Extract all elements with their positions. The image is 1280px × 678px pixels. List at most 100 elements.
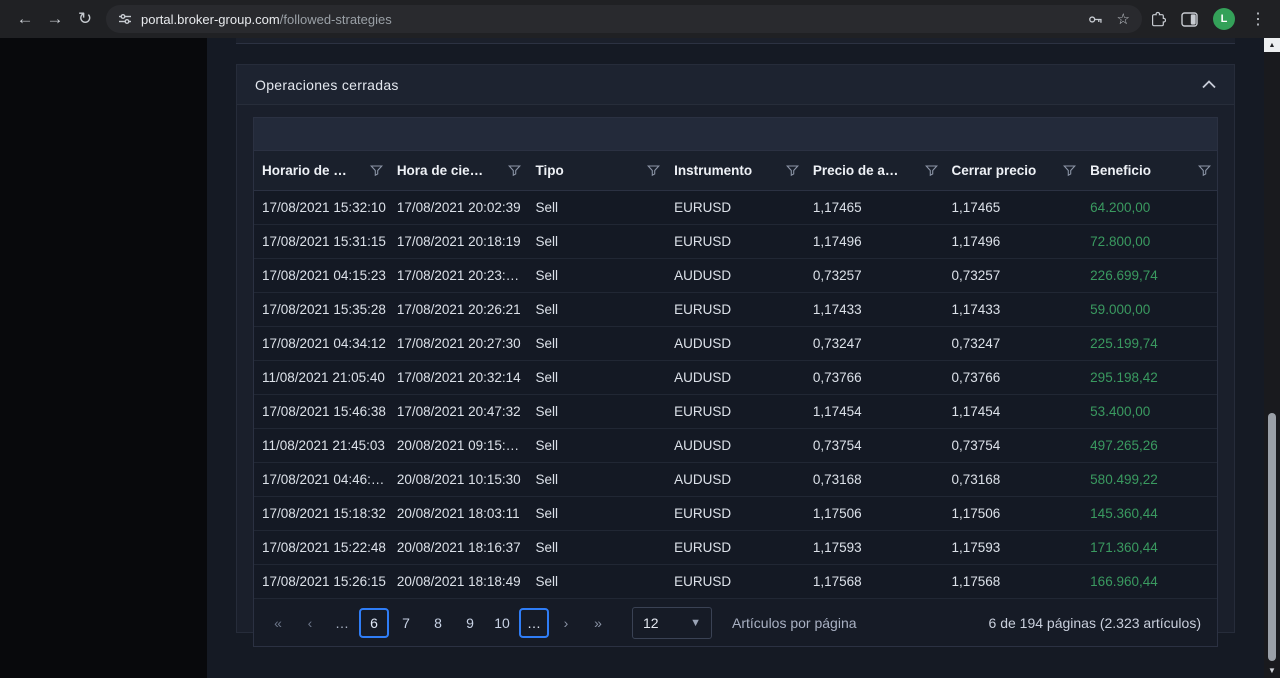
filter-icon[interactable] xyxy=(370,164,383,177)
filter-icon[interactable] xyxy=(786,164,799,177)
table-row[interactable]: 17/08/2021 15:46:3817/08/2021 20:47:32Se… xyxy=(254,395,1217,429)
pager-last[interactable]: » xyxy=(583,608,613,638)
pager-page-6[interactable]: 6 xyxy=(359,608,389,638)
table-row[interactable]: 17/08/2021 15:31:1517/08/2021 20:18:19Se… xyxy=(254,225,1217,259)
table-row[interactable]: 17/08/2021 15:26:1520/08/2021 18:18:49Se… xyxy=(254,565,1217,599)
kebab-menu-icon[interactable]: ⋮ xyxy=(1250,9,1266,29)
table-cell: 17/08/2021 15:22:48 xyxy=(254,531,389,565)
table-cell: Sell xyxy=(527,463,666,497)
table-cell: AUDUSD xyxy=(666,259,805,293)
table-cell: EURUSD xyxy=(666,225,805,259)
table-cell: 17/08/2021 20:23:… xyxy=(389,259,528,293)
passwords-key-icon[interactable] xyxy=(1088,12,1103,27)
column-header-label: Horario de … xyxy=(262,163,347,178)
table-row[interactable]: 17/08/2021 15:32:1017/08/2021 20:02:39Se… xyxy=(254,191,1217,225)
page-size-select[interactable]: 12 ▼ xyxy=(632,607,712,639)
table-cell: 0,73754 xyxy=(944,429,1083,463)
pager-next[interactable]: › xyxy=(551,608,581,638)
table-row[interactable]: 17/08/2021 15:18:3220/08/2021 18:03:11Se… xyxy=(254,497,1217,531)
site-info-icon[interactable] xyxy=(118,12,132,26)
pager-page-9[interactable]: 9 xyxy=(455,608,485,638)
table-cell: 0,73168 xyxy=(944,463,1083,497)
column-header: Cerrar precio xyxy=(944,151,1083,191)
filter-icon[interactable] xyxy=(1198,164,1211,177)
table-cell: 17/08/2021 20:32:14 xyxy=(389,361,528,395)
table-row[interactable]: 11/08/2021 21:45:0320/08/2021 09:15:…Sel… xyxy=(254,429,1217,463)
table-cell: Sell xyxy=(527,395,666,429)
table-row[interactable]: 17/08/2021 04:34:1217/08/2021 20:27:30Se… xyxy=(254,327,1217,361)
scrollbar[interactable]: ▲ ▼ xyxy=(1264,38,1280,678)
table-cell: 17/08/2021 20:27:30 xyxy=(389,327,528,361)
chrome-right-controls: L ⋮ xyxy=(1150,8,1270,30)
table-cell: 53.400,00 xyxy=(1082,395,1217,429)
forward-button[interactable]: → xyxy=(40,4,70,34)
table-cell: 1,17454 xyxy=(944,395,1083,429)
chevron-up-icon[interactable] xyxy=(1202,80,1216,89)
column-header-label: Instrumento xyxy=(674,163,752,178)
column-header: Beneficio xyxy=(1082,151,1217,191)
column-header: Tipo xyxy=(527,151,666,191)
table-cell: EURUSD xyxy=(666,191,805,225)
table-cell: 20/08/2021 18:18:49 xyxy=(389,565,528,599)
table-row[interactable]: 17/08/2021 04:15:2317/08/2021 20:23:…Sel… xyxy=(254,259,1217,293)
table-cell: Sell xyxy=(527,293,666,327)
side-panel-icon[interactable] xyxy=(1181,12,1198,27)
table-cell: 1,17506 xyxy=(805,497,944,531)
table-row[interactable]: 17/08/2021 15:35:2817/08/2021 20:26:21Se… xyxy=(254,293,1217,327)
pager-page-10[interactable]: 10 xyxy=(487,608,517,638)
scroll-up-button[interactable]: ▲ xyxy=(1264,38,1280,52)
reload-button[interactable]: ↻ xyxy=(70,4,100,34)
pager-ellipsis[interactable]: … xyxy=(327,608,357,638)
scroll-down-icon[interactable]: ▼ xyxy=(1264,664,1280,677)
page-size-label: Artículos por página xyxy=(732,615,857,631)
table-cell: 64.200,00 xyxy=(1082,191,1217,225)
table-cell: 17/08/2021 15:46:38 xyxy=(254,395,389,429)
table-cell: Sell xyxy=(527,191,666,225)
table-cell: 17/08/2021 20:18:19 xyxy=(389,225,528,259)
address-bar[interactable]: portal.broker-group.com/followed-strateg… xyxy=(106,5,1142,33)
table-cell: 17/08/2021 15:18:32 xyxy=(254,497,389,531)
table-row[interactable]: 17/08/2021 15:22:4820/08/2021 18:16:37Se… xyxy=(254,531,1217,565)
pager-page-7[interactable]: 7 xyxy=(391,608,421,638)
table-cell: 0,73168 xyxy=(805,463,944,497)
scrollbar-thumb[interactable] xyxy=(1268,413,1276,661)
filter-icon[interactable] xyxy=(508,164,521,177)
filter-icon[interactable] xyxy=(1063,164,1076,177)
table-cell: 17/08/2021 04:15:23 xyxy=(254,259,389,293)
table-row[interactable]: 11/08/2021 21:05:4017/08/2021 20:32:14Se… xyxy=(254,361,1217,395)
column-header-label: Cerrar precio xyxy=(952,163,1037,178)
url-text[interactable]: portal.broker-group.com/followed-strateg… xyxy=(141,12,1074,27)
trades-grid: Horario de … Hora de cie… Tipo Instrumento P… xyxy=(253,117,1218,647)
table-cell: 171.360,44 xyxy=(1082,531,1217,565)
filter-icon[interactable] xyxy=(647,164,660,177)
table-cell: 20/08/2021 18:03:11 xyxy=(389,497,528,531)
filter-icon[interactable] xyxy=(925,164,938,177)
table-cell: 17/08/2021 15:26:15 xyxy=(254,565,389,599)
pager-first[interactable]: « xyxy=(263,608,293,638)
column-header: Instrumento xyxy=(666,151,805,191)
column-header-label: Hora de cie… xyxy=(397,163,483,178)
table-cell: Sell xyxy=(527,497,666,531)
table-cell: 59.000,00 xyxy=(1082,293,1217,327)
table-cell: 72.800,00 xyxy=(1082,225,1217,259)
table-cell: 1,17496 xyxy=(805,225,944,259)
column-header: Hora de cie… xyxy=(389,151,528,191)
extensions-icon[interactable] xyxy=(1150,11,1166,27)
table-cell: 1,17593 xyxy=(944,531,1083,565)
table-cell: Sell xyxy=(527,259,666,293)
bookmark-star-icon[interactable]: ☆ xyxy=(1117,10,1130,28)
column-header: Precio de a… xyxy=(805,151,944,191)
table-cell: 145.360,44 xyxy=(1082,497,1217,531)
table-cell: 20/08/2021 18:16:37 xyxy=(389,531,528,565)
pager-ellipsis[interactable]: … xyxy=(519,608,549,638)
table-cell: 226.699,74 xyxy=(1082,259,1217,293)
table-cell: EURUSD xyxy=(666,497,805,531)
back-button[interactable]: ← xyxy=(10,4,40,34)
pager-prev[interactable]: ‹ xyxy=(295,608,325,638)
table-cell: 166.960,44 xyxy=(1082,565,1217,599)
table-row[interactable]: 17/08/2021 04:46:…20/08/2021 10:15:30Sel… xyxy=(254,463,1217,497)
panel-header[interactable]: Operaciones cerradas xyxy=(237,65,1234,105)
pager-page-8[interactable]: 8 xyxy=(423,608,453,638)
table-cell: AUDUSD xyxy=(666,463,805,497)
profile-avatar[interactable]: L xyxy=(1213,8,1235,30)
